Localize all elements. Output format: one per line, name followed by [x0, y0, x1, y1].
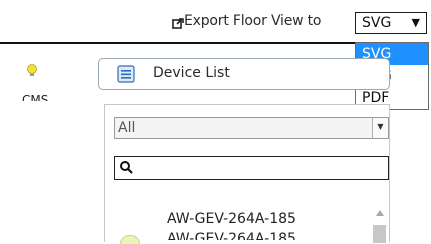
device-search-input[interactable] [114, 156, 389, 180]
sidebar-cms-label: CMS [22, 93, 49, 101]
scroll-thumb[interactable] [373, 225, 386, 243]
export-bar: Export Floor View to SVG ▼ [0, 0, 431, 42]
device-filter-select[interactable]: All ▼ [114, 117, 389, 139]
export-icon [172, 15, 184, 29]
bulb-icon [25, 63, 39, 79]
device-item-label[interactable]: AW-GEV-264A-185 [167, 211, 296, 227]
chevron-down-icon: ▼ [411, 16, 420, 29]
list-icon [117, 65, 135, 83]
device-item-label[interactable]: AW-GEV-264A-185 [167, 230, 296, 240]
device-panel: All ▼ AW-GEV-264A-185 AW-GEV-264A-185 [104, 104, 390, 244]
device-list-scrollbar[interactable] [371, 203, 389, 243]
device-filter-value: All [118, 120, 136, 136]
device-status-icon [120, 235, 140, 244]
chevron-down-icon: ▼ [372, 118, 388, 138]
search-icon [119, 160, 135, 176]
scroll-up-icon[interactable] [376, 210, 384, 216]
device-list-button[interactable]: Device List [98, 58, 390, 90]
export-format-value: SVG [362, 15, 392, 31]
export-format-select[interactable]: SVG ▼ [355, 12, 427, 34]
device-list-label: Device List [153, 65, 230, 81]
header-divider [0, 42, 360, 44]
export-floor-view-label: Export Floor View to [184, 13, 322, 29]
